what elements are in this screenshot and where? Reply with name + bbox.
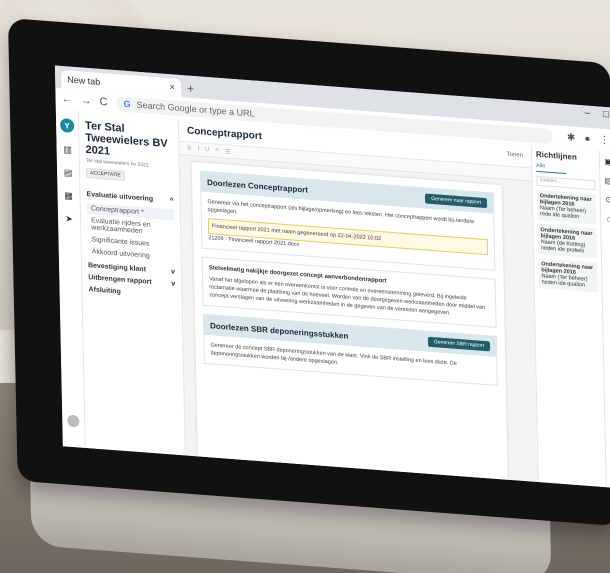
window-controls: – □ bbox=[574, 107, 609, 120]
lock-icon[interactable]: ⊙ bbox=[605, 195, 610, 205]
browser-actions: ✱ ● ⋮ bbox=[561, 131, 610, 147]
back-icon[interactable]: ← bbox=[61, 93, 72, 106]
document-page: Doorlezen Conceptrapport Genereer naar r… bbox=[191, 161, 508, 480]
close-icon[interactable]: × bbox=[169, 82, 175, 93]
document-icon[interactable]: ▦ bbox=[64, 190, 73, 202]
new-tab-button[interactable]: + bbox=[187, 81, 194, 96]
monitor: New tab × + – □ ← → C G Search Google or… bbox=[8, 18, 610, 527]
document-area: Conceptrapport Tonen B I U ≡ ☰ Doorlezen… bbox=[178, 118, 538, 483]
guideline-card[interactable]: Ondertekening naar bijlagen 2016 Naam (d… bbox=[537, 223, 597, 259]
menu-icon[interactable]: ⋮ bbox=[599, 135, 609, 147]
chevron-up-icon: ^ bbox=[169, 197, 174, 205]
reload-icon[interactable]: C bbox=[99, 96, 107, 109]
book-icon[interactable]: ▥ bbox=[63, 144, 72, 156]
monitor-screen: New tab × + – □ ← → C G Search Google or… bbox=[54, 65, 610, 489]
photo-scene: New tab × + – □ ← → C G Search Google or… bbox=[0, 0, 610, 573]
panel-title: Richtlijnen bbox=[535, 149, 577, 162]
attachment-icon[interactable]: ⌂ bbox=[607, 214, 610, 223]
chevron-down-icon: v bbox=[171, 268, 176, 276]
client-title: Ter Stal Tweewielers BV 2021 bbox=[84, 119, 168, 158]
bold-icon[interactable]: B bbox=[187, 146, 191, 152]
status-badge: ACCEPTATIE bbox=[85, 167, 125, 181]
tab-alle[interactable]: Alle bbox=[536, 162, 567, 175]
profile-icon[interactable]: ● bbox=[584, 133, 590, 144]
guidelines-panel: Richtlijnen Alle Zoeken... Ondertekening… bbox=[530, 145, 606, 488]
block-concept: Doorlezen Conceptrapport Genereer naar r… bbox=[199, 170, 496, 271]
sidebar-section-bevestiging[interactable]: Bevestiging klant v bbox=[88, 262, 175, 276]
list-icon[interactable]: ▤ bbox=[604, 176, 610, 186]
sidebar-section-afsluiting[interactable]: Afsluiting bbox=[88, 286, 175, 300]
panel-search-input[interactable]: Zoeken... bbox=[536, 175, 596, 191]
underline-icon[interactable]: U bbox=[205, 147, 209, 153]
sidebar: Ter Stal Tweewielers BV 2021 Ter stal tw… bbox=[78, 111, 186, 456]
avatar[interactable] bbox=[67, 414, 80, 428]
sidebar-section-evaluatie[interactable]: Evaluatie uitvoering ^ bbox=[86, 191, 173, 205]
maximize-icon[interactable]: □ bbox=[603, 109, 609, 120]
chevron-down-icon: v bbox=[171, 280, 176, 288]
logo-icon[interactable]: Y bbox=[59, 117, 75, 134]
page-title: Conceptrapport bbox=[186, 125, 263, 142]
align-icon[interactable]: ≡ bbox=[215, 148, 219, 154]
list-icon[interactable]: ☰ bbox=[225, 148, 231, 155]
grid-icon[interactable]: ▣ bbox=[604, 157, 610, 167]
search-placeholder: Search Google or type a URL bbox=[136, 99, 255, 119]
tab-title: New tab bbox=[67, 74, 101, 87]
generate-sbr-button[interactable]: Genereer SBR rapport bbox=[427, 336, 491, 352]
guideline-card[interactable]: Ondertekening naar bijlagen 2016 Naam (T… bbox=[536, 189, 597, 225]
guideline-card[interactable]: Ondertekening naar bijlagen 2016 Naam (T… bbox=[538, 257, 598, 293]
google-icon: G bbox=[123, 98, 131, 110]
minimize-icon[interactable]: – bbox=[584, 107, 590, 118]
extensions-icon[interactable]: ✱ bbox=[567, 132, 576, 144]
forward-icon[interactable]: → bbox=[80, 94, 91, 107]
send-icon[interactable]: ➤ bbox=[65, 213, 73, 225]
generate-report-button[interactable]: Genereer naar rapport bbox=[425, 193, 488, 209]
view-toggle[interactable]: Tonen bbox=[507, 152, 523, 159]
app: Y ▥ ▤ ▦ ➤ Ter Stal Tweewielers BV 2021 T… bbox=[55, 109, 610, 489]
italic-icon[interactable]: I bbox=[197, 146, 199, 152]
calendar-icon[interactable]: ▤ bbox=[64, 167, 73, 179]
sidebar-section-uitbrengen[interactable]: Uitbrengen rapport v bbox=[88, 274, 175, 288]
